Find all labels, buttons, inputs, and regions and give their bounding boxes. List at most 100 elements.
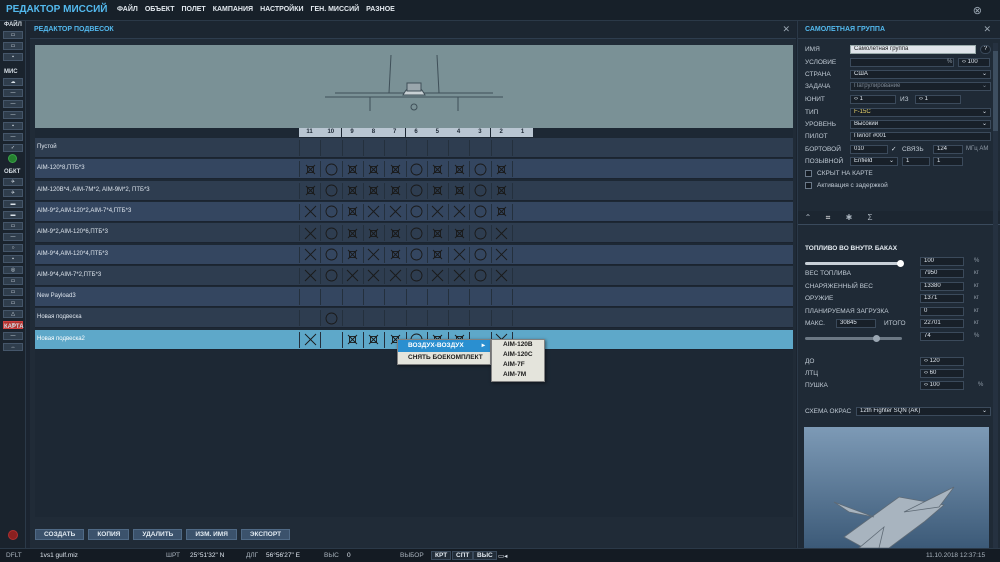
triggers-icon[interactable]: — [3, 100, 23, 108]
station-fuel-tank-icon[interactable] [405, 203, 427, 220]
station-fuel-tank-icon[interactable] [469, 182, 490, 199]
station-missile-icon[interactable] [362, 161, 384, 178]
station-missile-icon[interactable] [299, 161, 320, 178]
exit-icon[interactable] [8, 530, 18, 540]
time-icon[interactable]: — [3, 89, 23, 97]
station-missile-icon[interactable] [384, 182, 405, 199]
station-empty[interactable] [512, 182, 533, 199]
help-icon[interactable]: ? [980, 45, 991, 54]
close-icon[interactable]: ✕ [782, 24, 790, 35]
callsign-number-1[interactable]: 1 [902, 157, 930, 166]
template-icon[interactable]: ▪ [3, 255, 23, 263]
station-empty[interactable] [384, 310, 405, 327]
name-field[interactable]: Самолетная группа [850, 45, 976, 54]
tab-summary-icon[interactable]: Σ [864, 213, 876, 223]
station-fuel-tank-icon[interactable] [405, 246, 427, 263]
station-fuel-tank-icon[interactable] [469, 246, 490, 263]
check-icon[interactable]: ✓ [3, 144, 23, 152]
fuel-slider-handle[interactable] [897, 260, 904, 267]
scrollbar[interactable] [993, 43, 998, 548]
station-missile-icon[interactable] [384, 225, 405, 242]
station-empty[interactable] [448, 140, 469, 156]
station-missile-icon[interactable] [384, 267, 405, 284]
callsign-select[interactable]: Enfield ⌄ [850, 157, 898, 166]
tab-payload-icon[interactable]: ⌗ [822, 213, 834, 223]
chevron-right-icon[interactable]: › [964, 59, 966, 65]
comm-field[interactable]: 124 [933, 145, 963, 154]
station-empty[interactable] [512, 140, 533, 156]
station-empty[interactable] [469, 289, 490, 306]
station-fuel-tank-icon[interactable] [320, 203, 341, 220]
station-empty[interactable] [299, 140, 320, 156]
station-empty[interactable] [426, 140, 448, 156]
chevron-right-icon[interactable]: › [926, 370, 928, 376]
station-empty[interactable] [426, 310, 448, 327]
station-empty[interactable] [341, 140, 363, 156]
of-stepper[interactable]: ‹› 1 [915, 95, 961, 104]
late-activation-checkbox[interactable] [805, 182, 812, 189]
menu-mission-gen[interactable]: ГЕН. МИССИЙ [311, 6, 360, 13]
payload-row[interactable]: Пустой [35, 138, 793, 158]
load-slider[interactable] [805, 337, 902, 340]
station-missile-icon[interactable] [362, 331, 384, 348]
station-missile-icon[interactable] [299, 182, 320, 199]
station-missile-icon[interactable] [426, 267, 448, 284]
station-missile-icon[interactable] [426, 182, 448, 199]
plane-icon[interactable]: ✈ [3, 178, 23, 186]
unit-link-icon[interactable]: ▭ [3, 299, 23, 307]
station-empty[interactable] [405, 140, 427, 156]
station-empty[interactable] [362, 310, 384, 327]
station-fuel-tank-icon[interactable] [320, 246, 341, 263]
station-empty[interactable] [469, 310, 490, 327]
menu-misc[interactable]: РАЗНОЕ [366, 6, 395, 13]
station-empty[interactable] [405, 310, 427, 327]
resources-icon[interactable]: — [3, 133, 23, 141]
submenu-item-aim120c[interactable]: AIM-120C [492, 350, 544, 360]
planned-load-field[interactable]: 0 [920, 307, 964, 316]
station-empty[interactable] [362, 140, 384, 156]
weather-icon[interactable]: ☁ [3, 78, 23, 86]
status-satellite-button[interactable]: СПТ [452, 551, 474, 560]
task-select[interactable]: Патрулирование ⌄ [850, 82, 991, 91]
station-empty[interactable] [299, 310, 320, 327]
station-empty[interactable] [299, 289, 320, 306]
status-map-button[interactable]: КРТ [431, 551, 452, 560]
save-file-icon[interactable]: ▪ [3, 53, 23, 61]
delete-button[interactable]: УДАЛИТЬ [133, 529, 183, 540]
station-empty[interactable] [490, 289, 512, 306]
condition-field[interactable] [850, 58, 954, 67]
station-empty[interactable] [448, 310, 469, 327]
group-icon[interactable]: ▭ [3, 288, 23, 296]
station-empty[interactable] [341, 289, 363, 306]
draw-icon[interactable]: △ [3, 310, 23, 318]
country-select[interactable]: США ⌄ [850, 70, 991, 79]
station-missile-icon[interactable] [426, 203, 448, 220]
station-missile-icon[interactable] [341, 225, 363, 242]
station-fuel-tank-icon[interactable] [320, 267, 341, 284]
condition-stepper[interactable]: ‹› 100 [958, 58, 990, 67]
gun-stepper[interactable]: ‹› 100 [920, 381, 964, 390]
station-missile-icon[interactable] [490, 267, 512, 284]
station-empty[interactable] [512, 289, 533, 306]
fuel-slider[interactable] [805, 262, 902, 265]
station-empty[interactable] [320, 140, 341, 156]
goals-icon[interactable]: — [3, 111, 23, 119]
load-slider-handle[interactable] [873, 335, 880, 342]
payload-row[interactable]: AIM-120B*4, AIM-7M*2, AIM-9M*2, ПТБ*3 [35, 180, 793, 201]
tab-route-icon[interactable]: ⌃ [802, 213, 814, 223]
station-empty[interactable] [405, 289, 427, 306]
station-missile-icon[interactable] [299, 267, 320, 284]
station-missile-icon[interactable] [490, 246, 512, 263]
scrollbar-thumb[interactable] [993, 51, 998, 131]
helicopter-icon[interactable]: ✈ [3, 189, 23, 197]
station-empty[interactable] [512, 310, 533, 327]
station-fuel-tank-icon[interactable] [469, 225, 490, 242]
comm-check-icon[interactable]: ✓ [891, 145, 896, 153]
station-empty[interactable] [469, 140, 490, 156]
station-empty[interactable] [512, 225, 533, 242]
map-zoom-icon[interactable]: ↔ [3, 343, 23, 351]
station-missile-icon[interactable] [362, 203, 384, 220]
station-missile-icon[interactable] [362, 246, 384, 263]
station-fuel-tank-icon[interactable] [320, 225, 341, 242]
export-button[interactable]: ЭКСПОРТ [240, 529, 291, 540]
